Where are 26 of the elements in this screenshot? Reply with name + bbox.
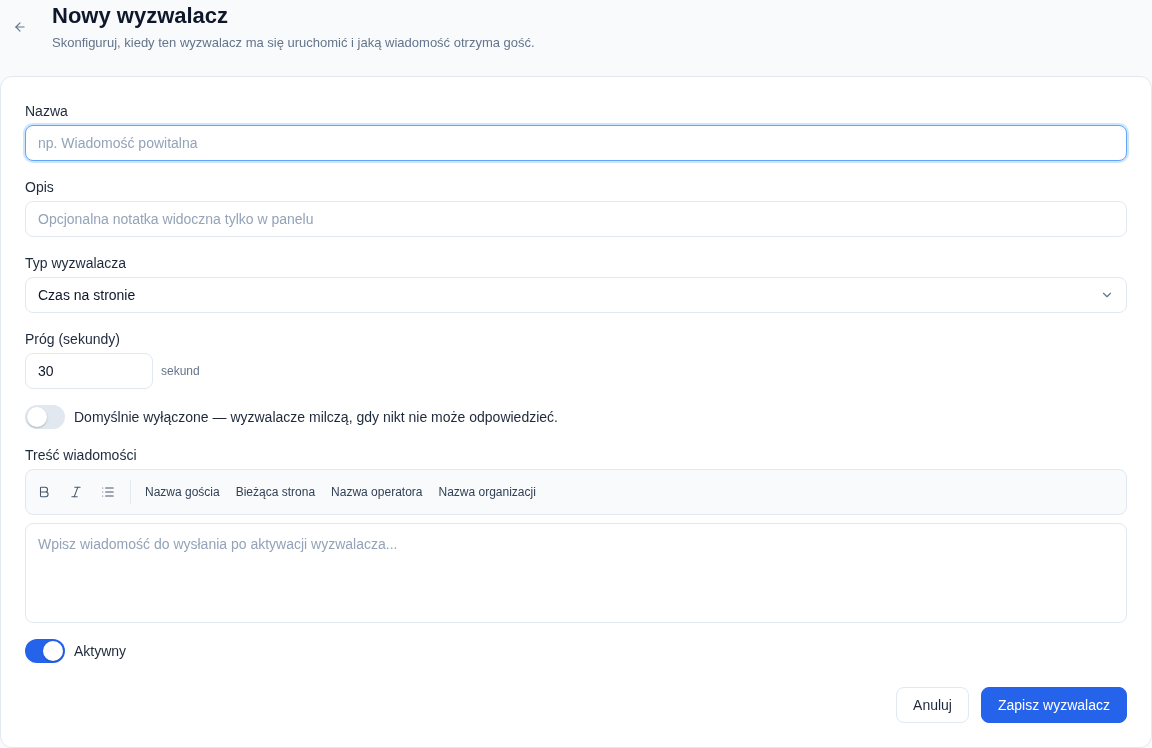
number-input[interactable]: 30 xyxy=(25,353,153,389)
toggle-label: Aktywny xyxy=(74,643,127,659)
italic-icon xyxy=(69,485,83,499)
field-label: Typ wyzwalacza xyxy=(25,254,128,273)
toggle-label: Domyślnie wyłączone — wyzwalacze milczą, gdy nikt nie może odpowiedzieć. xyxy=(74,409,558,425)
arrow-left-icon xyxy=(13,20,27,34)
page-title: Nowy wyzwalacz xyxy=(52,2,230,30)
field-label: Próg (sekundy) xyxy=(25,330,121,349)
unit-label: sekund xyxy=(161,364,200,378)
cancel-button[interactable]: Anuluj xyxy=(896,687,969,723)
field-label: Treść wiadomości xyxy=(25,446,138,465)
variable-button[interactable]: Nazwa gościa xyxy=(139,481,226,503)
variable-button[interactable]: Nazwa operatora xyxy=(325,481,429,503)
select-field[interactable]: Czas na stronie xyxy=(25,277,1127,313)
field-label: Nazwa xyxy=(25,102,69,121)
page-subtitle: Skonfiguruj, kiedy ten wyzwalacz ma się uruchomić i jaką wiadomość otrzyma gość. xyxy=(52,34,535,52)
save-button[interactable]: Zapisz wyzwalacz xyxy=(980,687,1127,723)
message-textarea[interactable]: Wpisz wiadomość do wysłania po aktywacji wyzwalacza... xyxy=(25,523,1127,623)
variable-button[interactable]: Nazwa organizacji xyxy=(432,481,542,503)
field-label: Opis xyxy=(25,178,55,197)
input-field[interactable]: np. Wiadomość powitalna xyxy=(25,125,1127,161)
toggle-switch[interactable] xyxy=(25,639,65,663)
toggle-switch[interactable] xyxy=(25,405,65,429)
list-icon xyxy=(101,485,115,499)
bold-icon xyxy=(37,485,51,499)
variable-button[interactable]: Bieżąca strona xyxy=(229,481,322,503)
